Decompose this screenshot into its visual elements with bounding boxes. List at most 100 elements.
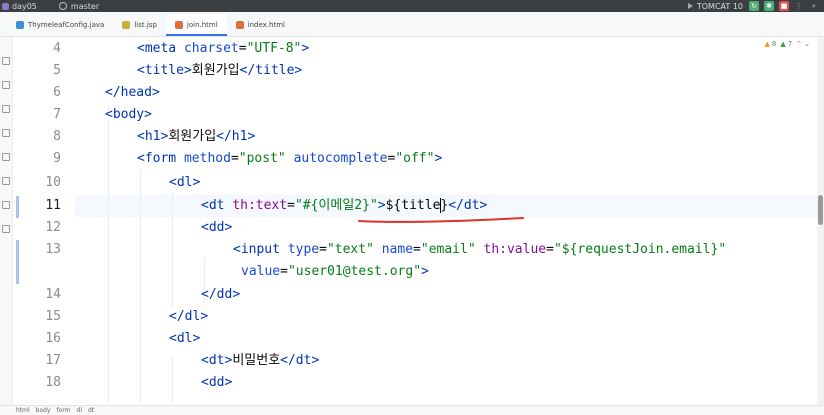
warning-count: 8	[771, 40, 777, 48]
tag-close: >	[421, 264, 429, 279]
terminal-tool-icon[interactable]	[2, 177, 10, 185]
tag-close: >	[301, 41, 310, 56]
tag-open: </dl	[169, 309, 201, 324]
code-line-16[interactable]: <dl>	[169, 328, 200, 350]
line-number: 10	[45, 175, 61, 190]
tab-list-jsp[interactable]: list.jsp	[113, 14, 166, 36]
warning-icon: ▲	[764, 40, 770, 48]
debug-icon[interactable]: ✱	[764, 1, 774, 11]
tag-open: <input	[233, 242, 288, 257]
tag-open: <meta	[137, 41, 184, 56]
problems-tool-icon[interactable]	[2, 201, 10, 209]
line-number: 17	[45, 353, 61, 368]
line-number-current: 11	[45, 198, 61, 213]
tag-open: <dl	[169, 175, 193, 190]
indent-guide	[140, 170, 141, 405]
commit-tool-icon[interactable]	[2, 129, 10, 137]
line-number: 4	[53, 41, 61, 56]
code-line-17[interactable]: <dt>비밀번호</dt>	[201, 350, 319, 372]
tag-name: head	[120, 85, 152, 100]
code-editor[interactable]: <meta charset="UTF-8"> <title>회원가입</titl…	[75, 37, 817, 405]
attribute-value: "${requestJoin.email}"	[553, 242, 727, 257]
code-line-18[interactable]: <dd>	[201, 372, 232, 394]
breadcrumb-item[interactable]: form	[57, 407, 71, 414]
jsp-file-icon	[122, 21, 131, 29]
code-line-15[interactable]: </dl>	[169, 306, 208, 328]
breadcrumb-item[interactable]: dl	[77, 407, 82, 414]
tag-close: >	[144, 107, 152, 122]
code-line-11[interactable]: <dt th:text="#{이메일2}">${title}</dt>	[201, 195, 487, 217]
search-everywhere-icon[interactable]: ⌕	[809, 1, 819, 11]
attribute-name: type	[287, 242, 320, 257]
tag-open: <	[105, 107, 113, 122]
tag-close: >	[224, 220, 233, 235]
tab-index-html[interactable]: index.html	[227, 14, 294, 36]
services-tool-icon[interactable]	[2, 153, 10, 161]
tag-open: <title	[137, 63, 184, 78]
code-line-13-wrap[interactable]: value="user01@test.org">	[241, 261, 429, 283]
code-line-5[interactable]: <title>회원가입</title>	[137, 60, 302, 82]
scrollbar-thumb[interactable]	[818, 195, 823, 225]
editor-scrollbar[interactable]	[817, 37, 824, 405]
tag-close: >	[434, 151, 443, 166]
tab-label: index.html	[247, 21, 285, 29]
breadcrumb-item[interactable]: body	[36, 407, 51, 414]
change-marker[interactable]	[16, 196, 19, 218]
text-content: 비밀번호	[232, 353, 281, 368]
code-line-12[interactable]: <dd>	[201, 217, 232, 239]
vcs-branch-widget[interactable]: master	[58, 1, 100, 11]
breadcrumb-item[interactable]: dt	[88, 407, 94, 414]
tag-close: >	[224, 375, 233, 390]
code-line-6[interactable]: </head>	[105, 82, 160, 104]
code-line-14[interactable]: </dd>	[201, 284, 240, 306]
line-number-gutter[interactable]: 4 5 6 7 8 9 10 11 12 13 14 15 16 17 18	[13, 37, 75, 405]
attribute-value: "#{이메일2}"	[294, 198, 378, 213]
change-marker[interactable]	[16, 240, 19, 284]
tag-open: <dt	[201, 198, 233, 213]
tag-open: </dd	[201, 287, 233, 302]
tab-label: join.html	[186, 21, 218, 29]
chevron-down-icon[interactable]: ⌄	[804, 40, 810, 48]
run-config-selector[interactable]: TOMCAT 10	[687, 1, 743, 11]
tag-close: >	[377, 198, 386, 213]
line-number: 16	[45, 331, 61, 346]
more-actions-icon[interactable]: ⋮	[794, 1, 804, 11]
indent-guide	[108, 103, 109, 405]
run-config-name: TOMCAT 10	[696, 1, 743, 11]
attribute-value: "email"	[420, 242, 476, 257]
chevron-up-icon[interactable]: ⌃	[796, 40, 802, 48]
tab-label: ThymeleafConfig.java	[28, 21, 105, 29]
text-content: ${title	[385, 198, 441, 213]
line-number: 13	[45, 242, 61, 257]
bookmarks-tool-icon[interactable]	[2, 105, 10, 113]
project-widget[interactable]: day05	[2, 2, 37, 11]
equals: =	[238, 41, 247, 56]
code-line-10[interactable]: <dl>	[169, 172, 200, 194]
code-line-8[interactable]: <h1>회원가입</h1>	[137, 126, 255, 148]
weak-warning-icon: ▲	[780, 40, 786, 48]
tab-thymeleafconfig[interactable]: ThymeleafConfig.java	[0, 14, 113, 36]
tag-open: <dd	[201, 220, 225, 235]
line-number: 18	[45, 375, 61, 390]
text-content: 회원가입	[168, 129, 217, 144]
editor-tab-bar: ThymeleafConfig.java list.jsp join.html …	[0, 12, 824, 37]
tag-close: >	[183, 63, 192, 78]
line-number: 12	[45, 220, 61, 235]
branch-name: master	[70, 1, 100, 11]
tag-close: >	[232, 287, 241, 302]
breadcrumb-item[interactable]: html	[16, 407, 30, 414]
run-icon[interactable]: ↻	[749, 1, 759, 11]
code-line-7[interactable]: <body>	[105, 104, 152, 126]
tag-open: </	[105, 85, 121, 100]
code-line-13[interactable]: <input type="text" name="email" th:value…	[233, 239, 726, 261]
git-tool-icon[interactable]	[2, 225, 10, 233]
inspections-widget[interactable]: ▲ 8 ▲ 7 ⌃ ⌄	[765, 40, 810, 48]
attribute-value: "text"	[326, 242, 374, 257]
project-tool-icon[interactable]	[2, 57, 10, 65]
code-line-4[interactable]: <meta charset="UTF-8">	[137, 38, 309, 60]
line-number: 7	[53, 107, 61, 122]
structure-tool-icon[interactable]	[2, 81, 10, 89]
code-line-9[interactable]: <form method="post" autocomplete="off">	[137, 148, 442, 170]
stop-icon[interactable]: ■	[779, 1, 789, 11]
tab-join-html[interactable]: join.html	[165, 14, 227, 36]
